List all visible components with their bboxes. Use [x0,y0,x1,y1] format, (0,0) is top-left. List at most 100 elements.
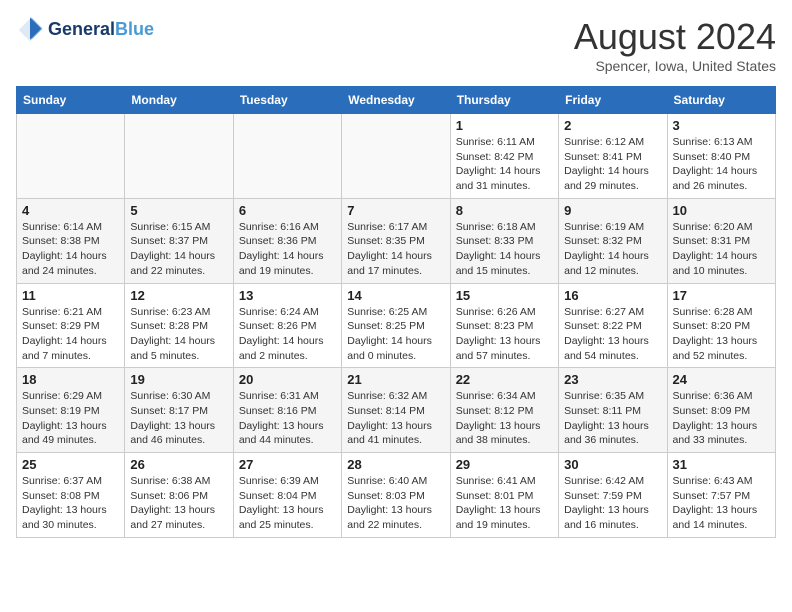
day-number: 13 [239,288,336,303]
calendar-day-10: 10 Sunrise: 6:20 AM Sunset: 8:31 PM Dayli… [667,198,775,283]
weekday-header-tuesday: Tuesday [233,87,341,114]
day-info: Sunrise: 6:35 AM Sunset: 8:11 PM Dayligh… [564,389,661,448]
calendar-day-27: 27Sunrise: 6:39 AM Sunset: 8:04 PM Dayli… [233,453,341,538]
day-info: Sunrise: 6:27 AM Sunset: 8:22 PM Dayligh… [564,305,661,364]
logo: GeneralBlue [16,16,154,44]
month-title: August 2024 [574,16,776,58]
weekday-header-monday: Monday [125,87,233,114]
day-info: Sunrise: 6:15 AM Sunset: 8:37 PM Dayligh… [130,220,227,279]
calendar-day-7: 7 Sunrise: 6:17 AM Sunset: 8:35 PM Daylig… [342,198,450,283]
day-number: 12 [130,288,227,303]
day-info: Sunrise: 6:36 AM Sunset: 8:09 PM Dayligh… [673,389,770,448]
day-number: 9 [564,203,661,218]
day-number: 1 [456,118,553,133]
weekday-header-sunday: Sunday [17,87,125,114]
day-number: 15 [456,288,553,303]
day-info: Sunrise: 6:17 AM Sunset: 8:35 PM Dayligh… [347,220,444,279]
day-number: 18 [22,372,119,387]
day-info: Sunrise: 6:42 AM Sunset: 7:59 PM Dayligh… [564,474,661,533]
day-number: 6 [239,203,336,218]
day-number: 8 [456,203,553,218]
day-info: Sunrise: 6:20 AM Sunset: 8:31 PM Dayligh… [673,220,770,279]
day-info: Sunrise: 6:25 AM Sunset: 8:25 PM Dayligh… [347,305,444,364]
day-info: Sunrise: 6:29 AM Sunset: 8:19 PM Dayligh… [22,389,119,448]
calendar-day-29: 29 Sunrise: 6:41 AM Sunset: 8:01 PM Dayli… [450,453,558,538]
day-number: 21 [347,372,444,387]
day-number: 16 [564,288,661,303]
day-info: Sunrise: 6:21 AM Sunset: 8:29 PM Dayligh… [22,305,119,364]
day-info: Sunrise: 6:14 AM Sunset: 8:38 PM Dayligh… [22,220,119,279]
day-number: 4 [22,203,119,218]
title-block: August 2024 Spencer, Iowa, United States [574,16,776,74]
day-info: Sunrise: 6:37 AM Sunset: 8:08 PM Dayligh… [22,474,119,533]
calendar-week-row: 25 Sunrise: 6:37 AM Sunset: 8:08 PM Dayli… [17,453,776,538]
day-number: 26 [130,457,227,472]
calendar-day-21: 21 Sunrise: 6:32 AM Sunset: 8:14 PM Dayli… [342,368,450,453]
day-number: 31 [673,457,770,472]
day-number: 27 [239,457,336,472]
logo-text: GeneralBlue [48,20,154,40]
calendar-day-9: 9 Sunrise: 6:19 AM Sunset: 8:32 PM Daylig… [559,198,667,283]
calendar-day-2: 2 Sunrise: 6:12 AM Sunset: 8:41 PM Daylig… [559,114,667,199]
calendar-week-row: 1Sunrise: 6:11 AM Sunset: 8:42 PM Daylig… [17,114,776,199]
calendar-day-26: 26 Sunrise: 6:38 AM Sunset: 8:06 PM Dayli… [125,453,233,538]
day-number: 20 [239,372,336,387]
calendar-day-16: 16 Sunrise: 6:27 AM Sunset: 8:22 PM Dayli… [559,283,667,368]
day-info: Sunrise: 6:40 AM Sunset: 8:03 PM Dayligh… [347,474,444,533]
day-info: Sunrise: 6:34 AM Sunset: 8:12 PM Dayligh… [456,389,553,448]
calendar-day-22: 22Sunrise: 6:34 AM Sunset: 8:12 PM Dayli… [450,368,558,453]
calendar-day-1: 1Sunrise: 6:11 AM Sunset: 8:42 PM Daylig… [450,114,558,199]
calendar-day-12: 12Sunrise: 6:23 AM Sunset: 8:28 PM Dayli… [125,283,233,368]
day-info: Sunrise: 6:12 AM Sunset: 8:41 PM Dayligh… [564,135,661,194]
day-number: 24 [673,372,770,387]
calendar-day-30: 30Sunrise: 6:42 AM Sunset: 7:59 PM Dayli… [559,453,667,538]
day-info: Sunrise: 6:13 AM Sunset: 8:40 PM Dayligh… [673,135,770,194]
empty-day [233,114,341,199]
calendar-day-11: 11Sunrise: 6:21 AM Sunset: 8:29 PM Dayli… [17,283,125,368]
day-info: Sunrise: 6:38 AM Sunset: 8:06 PM Dayligh… [130,474,227,533]
calendar-day-3: 3 Sunrise: 6:13 AM Sunset: 8:40 PM Daylig… [667,114,775,199]
calendar-day-5: 5 Sunrise: 6:15 AM Sunset: 8:37 PM Daylig… [125,198,233,283]
calendar-day-14: 14 Sunrise: 6:25 AM Sunset: 8:25 PM Dayli… [342,283,450,368]
day-info: Sunrise: 6:18 AM Sunset: 8:33 PM Dayligh… [456,220,553,279]
weekday-header-row: SundayMondayTuesdayWednesdayThursdayFrid… [17,87,776,114]
day-number: 23 [564,372,661,387]
day-info: Sunrise: 6:19 AM Sunset: 8:32 PM Dayligh… [564,220,661,279]
weekday-header-thursday: Thursday [450,87,558,114]
calendar-day-19: 19Sunrise: 6:30 AM Sunset: 8:17 PM Dayli… [125,368,233,453]
weekday-header-friday: Friday [559,87,667,114]
calendar-day-20: 20 Sunrise: 6:31 AM Sunset: 8:16 PM Dayli… [233,368,341,453]
day-info: Sunrise: 6:24 AM Sunset: 8:26 PM Dayligh… [239,305,336,364]
day-info: Sunrise: 6:31 AM Sunset: 8:16 PM Dayligh… [239,389,336,448]
day-number: 3 [673,118,770,133]
day-info: Sunrise: 6:28 AM Sunset: 8:20 PM Dayligh… [673,305,770,364]
page-header: GeneralBlue August 2024 Spencer, Iowa, U… [16,16,776,74]
day-number: 14 [347,288,444,303]
empty-day [17,114,125,199]
logo-icon [16,16,44,44]
calendar-day-13: 13 Sunrise: 6:24 AM Sunset: 8:26 PM Dayli… [233,283,341,368]
day-number: 7 [347,203,444,218]
day-info: Sunrise: 6:32 AM Sunset: 8:14 PM Dayligh… [347,389,444,448]
day-number: 5 [130,203,227,218]
day-number: 10 [673,203,770,218]
day-number: 25 [22,457,119,472]
calendar-week-row: 11Sunrise: 6:21 AM Sunset: 8:29 PM Dayli… [17,283,776,368]
day-info: Sunrise: 6:16 AM Sunset: 8:36 PM Dayligh… [239,220,336,279]
calendar-day-28: 28 Sunrise: 6:40 AM Sunset: 8:03 PM Dayli… [342,453,450,538]
calendar-day-8: 8 Sunrise: 6:18 AM Sunset: 8:33 PM Daylig… [450,198,558,283]
calendar-day-31: 31 Sunrise: 6:43 AM Sunset: 7:57 PM Dayli… [667,453,775,538]
location: Spencer, Iowa, United States [574,58,776,74]
day-info: Sunrise: 6:41 AM Sunset: 8:01 PM Dayligh… [456,474,553,533]
day-number: 29 [456,457,553,472]
day-info: Sunrise: 6:30 AM Sunset: 8:17 PM Dayligh… [130,389,227,448]
day-info: Sunrise: 6:43 AM Sunset: 7:57 PM Dayligh… [673,474,770,533]
day-number: 2 [564,118,661,133]
calendar-day-15: 15 Sunrise: 6:26 AM Sunset: 8:23 PM Dayli… [450,283,558,368]
day-info: Sunrise: 6:26 AM Sunset: 8:23 PM Dayligh… [456,305,553,364]
day-number: 28 [347,457,444,472]
empty-day [125,114,233,199]
calendar-day-4: 4 Sunrise: 6:14 AM Sunset: 8:38 PM Daylig… [17,198,125,283]
calendar-week-row: 4 Sunrise: 6:14 AM Sunset: 8:38 PM Daylig… [17,198,776,283]
calendar-table: SundayMondayTuesdayWednesdayThursdayFrid… [16,86,776,538]
